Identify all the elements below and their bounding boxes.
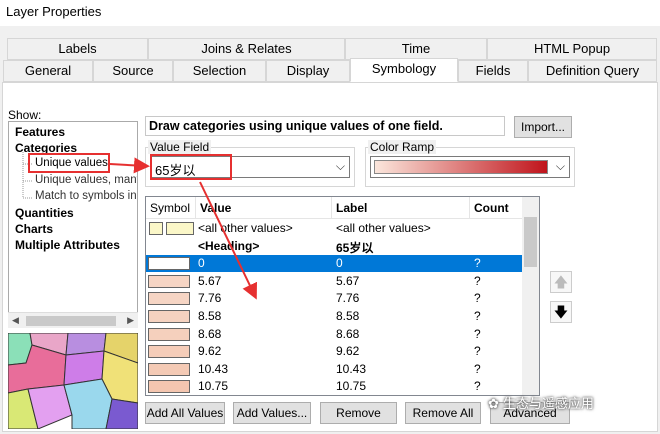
- watermark: ✿ 生态与遥感应用: [488, 393, 658, 417]
- chat-bubble-icon: ✿: [488, 396, 499, 411]
- watermark-text: 生态与遥感应用: [502, 396, 594, 411]
- annotation-arrows: [109, 157, 257, 300]
